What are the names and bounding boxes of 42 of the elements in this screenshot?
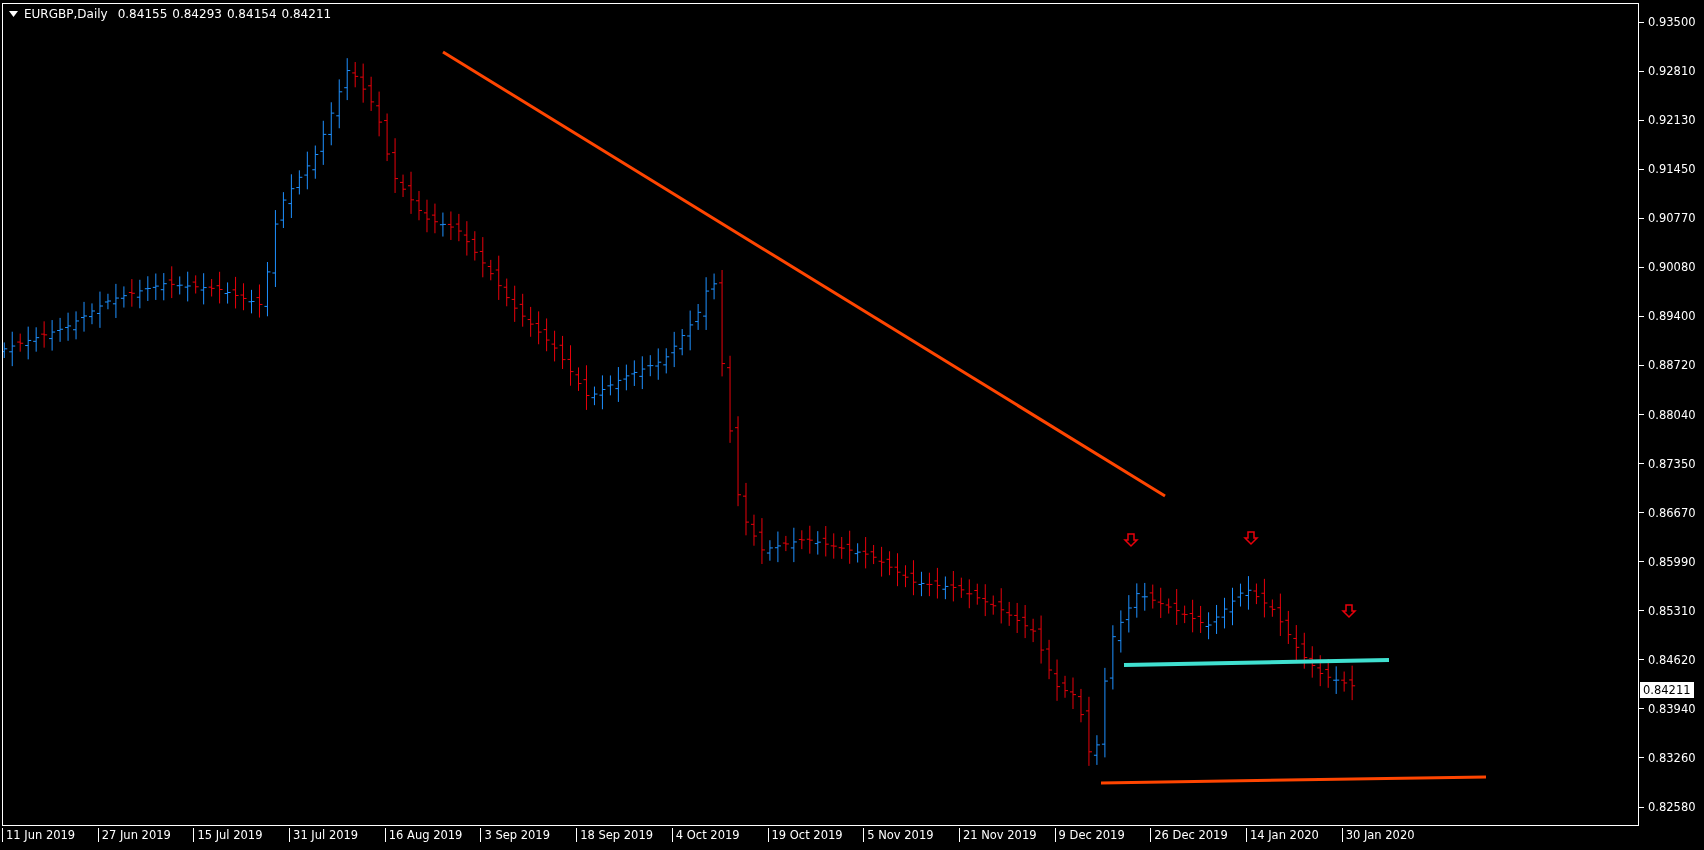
- price-axis-label: 0.84620: [1639, 652, 1704, 667]
- time-axis-label: 4 Oct 2019: [671, 828, 768, 842]
- price-axis-label: 0.90080: [1639, 260, 1704, 275]
- down-arrow-icon: [1341, 604, 1357, 619]
- time-axis-label: 27 Jun 2019: [97, 828, 194, 842]
- price-axis-label: 0.88040: [1639, 407, 1704, 422]
- time-axis-label: 9 Dec 2019: [1054, 828, 1151, 842]
- current-price-label: 0.84211: [1640, 682, 1694, 698]
- price-axis-label: 0.83940: [1639, 701, 1704, 716]
- price-axis-label: 0.90770: [1639, 211, 1704, 226]
- down-arrow-icon: [1243, 531, 1259, 546]
- time-axis-label: 14 Jan 2020: [1245, 828, 1342, 842]
- price-value: 0.84211: [281, 7, 332, 21]
- time-axis-label: 3 Sep 2019: [480, 828, 577, 842]
- time-axis-label: 19 Oct 2019: [767, 828, 864, 842]
- price-axis-label: 0.93500: [1639, 15, 1704, 29]
- price-axis-label: 0.92130: [1639, 113, 1704, 128]
- symbol-label: EURGBP,Daily: [24, 7, 108, 21]
- price-axis-label: 0.91450: [1639, 162, 1704, 177]
- price-axis-label: 0.82580: [1639, 800, 1704, 814]
- price-value: 0.84155: [117, 7, 168, 21]
- price-axis-label: 0.92810: [1639, 64, 1704, 79]
- price-axis-label: 0.87350: [1639, 456, 1704, 471]
- price-value: 0.84293: [172, 7, 222, 21]
- price-axis-label: 0.86670: [1639, 505, 1704, 520]
- time-axis-label: 26 Dec 2019: [1150, 828, 1246, 842]
- time-axis-label: 5 Nov 2019: [863, 828, 959, 842]
- price-axis-label: 0.89400: [1639, 309, 1704, 324]
- time-axis-label: 15 Jul 2019: [193, 828, 290, 842]
- time-axis-label: 18 Sep 2019: [576, 828, 672, 842]
- time-axis-label: 31 Jul 2019: [289, 828, 385, 842]
- price-axis-label: 0.83260: [1639, 750, 1704, 765]
- time-axis-label: 16 Aug 2019: [384, 828, 481, 842]
- time-axis-label: 21 Nov 2019: [958, 828, 1055, 842]
- time-axis-label: 30 Jan 2020: [1341, 828, 1438, 842]
- price-value: 0.84154: [226, 7, 277, 21]
- time-axis-label: 11 Jun 2019: [2, 828, 98, 842]
- caret-icon[interactable]: [9, 11, 18, 17]
- price-axis-label: 0.85990: [1639, 554, 1704, 569]
- price-axis-label: 0.85310: [1639, 603, 1704, 618]
- down-arrow-icon: [1123, 533, 1139, 548]
- price-axis-label: 0.88720: [1639, 358, 1704, 373]
